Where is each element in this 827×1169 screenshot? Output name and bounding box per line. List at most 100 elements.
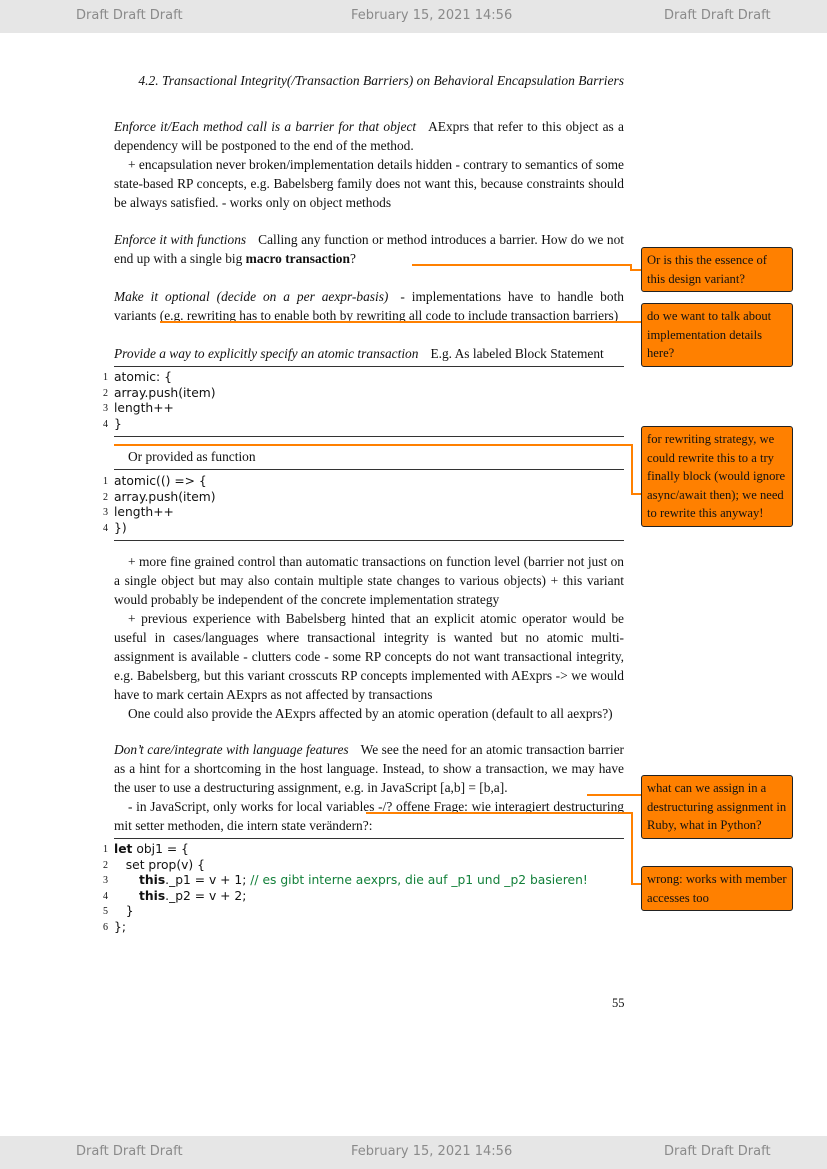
margin-note-member-access: wrong: works with member accesses too xyxy=(641,866,793,911)
code-listing-atomic-function: 1 atomic(() => { 2 array.push(item) 3 lengt… xyxy=(100,474,624,536)
margin-note-destructuring: what can we assign in a destructuring as… xyxy=(641,775,793,839)
code-line: 3 length++ xyxy=(100,401,624,417)
code-line: 4}) xyxy=(100,521,624,537)
section-title: Enforce it/Each method call is a barrier… xyxy=(114,119,417,134)
note-connector xyxy=(412,264,630,266)
section-enforce-functions: Enforce it with functions Calling any fun… xyxy=(114,230,624,268)
section-paragraph: One could also provide the AExprs affect… xyxy=(128,706,613,721)
line-number: 3 xyxy=(103,507,108,518)
note-connector xyxy=(630,269,641,271)
keyword: this xyxy=(139,888,166,903)
code-text: }; xyxy=(114,919,126,934)
code-text: array.push(item) xyxy=(114,489,216,504)
code-text: atomic: { xyxy=(114,370,172,384)
line-number: 5 xyxy=(103,906,108,917)
code-text: ._p1 = v + 1; xyxy=(165,873,251,887)
code-rule-top xyxy=(114,469,624,470)
section-explicit-atomic: Provide a way to explicitly specify an a… xyxy=(114,344,624,363)
code-line: 2 array.push(item) xyxy=(100,386,624,402)
section-title: Don’t care/integrate with language featu… xyxy=(114,742,349,757)
note-connector xyxy=(631,493,641,495)
section-paragraph: + previous experience with Babelsberg hi… xyxy=(114,611,624,702)
code-line: 3 length++ xyxy=(100,505,624,521)
line-number: 3 xyxy=(103,875,108,886)
code-line: 2 array.push(item) xyxy=(100,490,624,506)
alt-function-line: Or provided as function xyxy=(114,447,624,466)
code-line: 2 set prop(v) { xyxy=(100,858,624,874)
code-rule-bottom xyxy=(114,436,624,437)
section-title: Enforce it with functions xyxy=(114,232,247,247)
draft-label-right: Draft Draft Draft xyxy=(664,1144,771,1159)
section-body-end: ? xyxy=(349,251,356,266)
code-text: set prop(v) { xyxy=(114,857,205,872)
line-number: 2 xyxy=(103,491,108,503)
line-number: 3 xyxy=(103,403,108,414)
section-enforce-method: Enforce it/Each method call is a barrier… xyxy=(114,117,624,212)
draft-timestamp: February 15, 2021 14:56 xyxy=(351,1144,513,1159)
code-rule-top xyxy=(114,366,624,367)
code-listing-labeled-block: 1 atomic: { 2 array.push(item) 3 length++ 4… xyxy=(100,370,624,432)
note-connector xyxy=(160,321,630,323)
alt-text: Or provided as function xyxy=(128,449,256,464)
line-number: 1 xyxy=(103,476,108,487)
code-text: obj1 = { xyxy=(132,842,189,856)
line-number: 1 xyxy=(103,844,108,855)
draft-label-right: Draft Draft Draft xyxy=(664,8,771,23)
code-line: 4} xyxy=(100,417,624,433)
note-connector xyxy=(631,883,641,885)
note-connector xyxy=(114,444,632,446)
margin-note-rewriting: for rewriting strategy, we could rewrite… xyxy=(641,426,793,527)
code-line: 4 this._p2 = v + 2; xyxy=(100,889,624,905)
line-number: 2 xyxy=(103,859,108,871)
code-rule-bottom xyxy=(114,540,624,541)
page-number: 55 xyxy=(612,996,625,1010)
note-connector xyxy=(631,812,633,884)
code-line: 1 atomic(() => { xyxy=(100,474,624,490)
section-title: Provide a way to explicitly specify an a… xyxy=(114,346,419,361)
line-number: 4 xyxy=(103,522,108,534)
section-paragraph: - in JavaScript, only works for local va… xyxy=(114,799,624,833)
code-line: 5 } xyxy=(100,904,624,920)
note-connector xyxy=(630,321,641,323)
keyword: let xyxy=(114,842,133,856)
code-comment: // es gibt interne aexprs, die auf _p1 u… xyxy=(250,873,588,887)
line-number: 6 xyxy=(103,921,108,933)
code-text: atomic(() => { xyxy=(114,474,207,488)
code-listing-destructuring: 1 let obj1 = { 2 set prop(v) { 3 this._p1 … xyxy=(100,842,624,935)
code-line: 1 atomic: { xyxy=(100,370,624,386)
margin-note-implementation: do we want to talk about implementation … xyxy=(641,303,793,367)
margin-note-essence: Or is this the essence of this design va… xyxy=(641,247,793,292)
section-explicit-discussion: + more fine grained control than automat… xyxy=(114,552,624,723)
code-text: } xyxy=(114,416,122,431)
code-line: 1 let obj1 = { xyxy=(100,842,624,858)
draft-timestamp: February 15, 2021 14:56 xyxy=(351,8,513,23)
code-text: array.push(item) xyxy=(114,385,216,400)
code-line: 6}; xyxy=(100,920,624,936)
draft-label-left: Draft Draft Draft xyxy=(76,1144,183,1159)
running-header: 4.2. Transactional Integrity(/Transactio… xyxy=(138,73,624,88)
section-paragraph: + encapsulation never broken/implementat… xyxy=(114,157,624,210)
code-line: 3 this._p1 = v + 1; // es gibt interne ae… xyxy=(100,873,624,889)
line-number: 4 xyxy=(103,418,108,430)
section-optional: Make it optional (decide on a per aexpr-… xyxy=(114,287,624,325)
macro-transaction-term: macro transaction xyxy=(245,251,350,266)
section-title: Make it optional (decide on a per aexpr-… xyxy=(114,289,389,304)
keyword: this xyxy=(139,873,166,887)
code-text: }) xyxy=(114,520,127,535)
note-connector xyxy=(631,444,633,494)
line-number: 4 xyxy=(103,890,108,902)
section-language-features: Don’t care/integrate with language featu… xyxy=(114,740,624,835)
draft-footer-bar: Draft Draft Draft February 15, 2021 14:5… xyxy=(0,1136,827,1169)
draft-label-left: Draft Draft Draft xyxy=(76,8,183,23)
section-paragraph: + more fine grained control than automat… xyxy=(114,554,624,607)
code-text: } xyxy=(114,904,134,918)
section-body: E.g. As labeled Block Statement xyxy=(430,346,604,361)
code-rule-top xyxy=(114,838,624,839)
code-text: length++ xyxy=(114,505,174,519)
code-text: ._p2 = v + 2; xyxy=(165,888,247,903)
note-connector xyxy=(366,812,632,814)
note-connector xyxy=(587,794,641,796)
code-text: length++ xyxy=(114,401,174,415)
line-number: 2 xyxy=(103,387,108,399)
draft-header-bar: Draft Draft Draft February 15, 2021 14:5… xyxy=(0,0,827,33)
